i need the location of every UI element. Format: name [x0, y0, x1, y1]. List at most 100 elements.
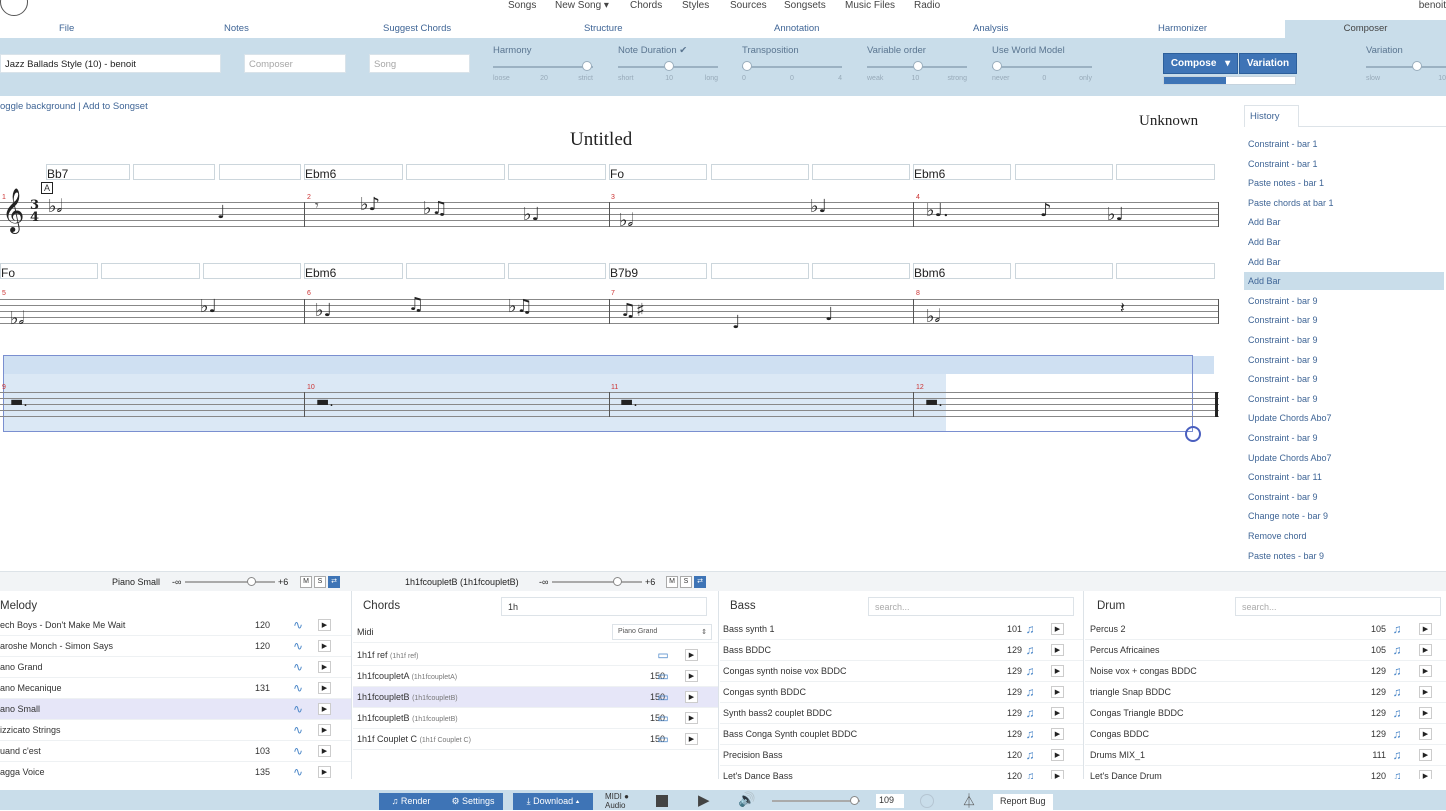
history-tab[interactable]: History: [1244, 105, 1299, 127]
nav-radio[interactable]: Radio: [914, 0, 940, 11]
history-item[interactable]: Constraint - bar 9: [1244, 311, 1444, 329]
list-item[interactable]: Drums MIX_1 111 ♫ ▶: [1085, 745, 1446, 766]
list-item[interactable]: Synth bass2 couplet BDDC 129 ♫ ▶: [720, 703, 1083, 724]
chord-slot[interactable]: [508, 263, 606, 279]
variable-order-slider[interactable]: Variable order weak 10 strong: [867, 44, 967, 84]
chords-search-input[interactable]: 1h: [501, 597, 707, 616]
play-icon[interactable]: ▶: [318, 682, 331, 694]
tab-composer[interactable]: Composer: [1285, 20, 1446, 38]
note[interactable]: ♪: [1040, 200, 1052, 221]
download-button[interactable]: ⤓ Download ▴: [513, 793, 593, 810]
music-note-icon[interactable]: ♫: [1022, 727, 1038, 742]
play-icon[interactable]: ▶: [685, 649, 698, 661]
solo-button[interactable]: S: [680, 576, 692, 588]
history-item[interactable]: Constraint - bar 9: [1244, 370, 1444, 388]
history-item[interactable]: Constraint - bar 9: [1244, 331, 1444, 349]
mute-button[interactable]: M: [300, 576, 312, 588]
note[interactable]: ♭♫: [508, 296, 533, 317]
chord-slot[interactable]: [1116, 263, 1215, 279]
history-item[interactable]: Update Chords Abo7: [1244, 409, 1444, 427]
note[interactable]: ♭♩.: [926, 200, 949, 221]
chord-slot[interactable]: [406, 263, 505, 279]
report-bug-button[interactable]: Report Bug: [993, 794, 1053, 810]
history-item[interactable]: Add Bar: [1244, 253, 1444, 271]
list-item[interactable]: Bass BDDC 129 ♫ ▶: [720, 640, 1083, 661]
sync-icon[interactable]: ⇄: [328, 576, 340, 588]
list-item[interactable]: Let's Dance Bass 120 ♫ ▶: [720, 766, 1083, 779]
sync-icon[interactable]: ⇄: [694, 576, 706, 588]
stop-icon[interactable]: [656, 795, 668, 807]
list-item[interactable]: 1h1fcoupletB (1h1fcoupletB) 150 ▭ ▶: [353, 708, 718, 729]
chord-slot[interactable]: [406, 164, 505, 180]
chord-slot[interactable]: [508, 164, 606, 180]
waveform-icon[interactable]: ∿: [290, 681, 306, 696]
resize-handle-icon[interactable]: [1185, 426, 1201, 442]
drum-search-input[interactable]: search...: [1235, 597, 1441, 616]
note[interactable]: ♭♩: [523, 204, 540, 225]
loop-icon[interactable]: [920, 794, 934, 808]
note[interactable]: ♭♪: [360, 194, 380, 215]
rest-icon[interactable]: ▬.: [620, 394, 638, 410]
master-volume-slider[interactable]: [772, 795, 860, 807]
note[interactable]: ♩: [732, 312, 741, 333]
waveform-icon[interactable]: ∿: [290, 639, 306, 654]
rest-icon[interactable]: ▬.: [10, 394, 28, 410]
tab-harmonizer[interactable]: Harmonizer: [1158, 23, 1207, 34]
solo-button[interactable]: S: [314, 576, 326, 588]
tab-annotation[interactable]: Annotation: [774, 23, 819, 34]
play-icon[interactable]: ▶: [318, 619, 331, 631]
tab-notes[interactable]: Notes: [224, 23, 249, 34]
note[interactable]: ♫♯: [620, 300, 645, 321]
composer-input[interactable]: Composer: [244, 54, 346, 73]
chord-symbol[interactable]: Bbm6: [914, 266, 945, 280]
slider-knob[interactable]: [664, 61, 674, 71]
chord-symbol[interactable]: Fo: [610, 167, 624, 181]
chord-slot[interactable]: [219, 164, 301, 180]
metronome-icon[interactable]: ⏃: [962, 791, 976, 811]
note[interactable]: ♭♩: [1107, 204, 1124, 225]
play-icon[interactable]: ▶: [1051, 749, 1064, 761]
music-note-icon[interactable]: ♫: [1022, 748, 1038, 763]
music-note-icon[interactable]: ♫: [1389, 727, 1405, 742]
play-icon[interactable]: ▶: [318, 766, 331, 778]
piano-icon[interactable]: ▭: [655, 690, 671, 705]
history-item[interactable]: Remove chord: [1244, 527, 1444, 545]
play-icon[interactable]: ▶: [318, 640, 331, 652]
history-item[interactable]: Update Chords Abo7: [1244, 449, 1444, 467]
chord-slot[interactable]: [711, 164, 809, 180]
music-note-icon[interactable]: ♫: [1022, 706, 1038, 721]
midi-option[interactable]: MIDI ●: [605, 792, 629, 801]
nav-music-files[interactable]: Music Files: [845, 0, 895, 11]
list-item[interactable]: ano Grand ∿ ▶: [0, 657, 351, 678]
nav-styles[interactable]: Styles: [682, 0, 709, 11]
music-note-icon[interactable]: ♫: [1389, 769, 1405, 779]
list-item[interactable]: ech Boys - Don't Make Me Wait 120 ∿ ▶: [0, 615, 351, 636]
list-item[interactable]: 1h1f ref (1h1f ref) ▭ ▶: [353, 645, 718, 666]
play-icon[interactable]: ▶: [1419, 770, 1432, 779]
history-item[interactable]: Constraint - bar 9: [1244, 292, 1444, 310]
play-icon[interactable]: ▶: [685, 733, 698, 745]
chords-volume-slider[interactable]: [552, 576, 642, 588]
waveform-icon[interactable]: ∿: [290, 660, 306, 675]
music-note-icon[interactable]: ♫: [1389, 706, 1405, 721]
history-item[interactable]: Change note - bar 9: [1244, 507, 1444, 525]
play-icon[interactable]: ▶: [318, 745, 331, 757]
note[interactable]: ♭𝅗𝅥: [48, 196, 62, 217]
user-name[interactable]: benoit: [1419, 0, 1446, 11]
app-logo[interactable]: [0, 0, 28, 16]
tab-suggest-chords[interactable]: Suggest Chords: [383, 23, 451, 34]
music-note-icon[interactable]: ♫: [1389, 685, 1405, 700]
play-icon[interactable]: ▶: [1051, 707, 1064, 719]
chord-slot[interactable]: [1015, 164, 1113, 180]
list-item[interactable]: Bass synth 1 101 ♫ ▶: [720, 619, 1083, 640]
melody-volume-slider[interactable]: [185, 576, 275, 588]
history-item[interactable]: Constraint - bar 9: [1244, 429, 1444, 447]
music-note-icon[interactable]: ♫: [1022, 685, 1038, 700]
play-icon[interactable]: ▶: [318, 724, 331, 736]
tab-analysis[interactable]: Analysis: [973, 23, 1008, 34]
piano-icon[interactable]: ▭: [655, 732, 671, 747]
list-item[interactable]: uand c'est 103 ∿ ▶: [0, 741, 351, 762]
history-item[interactable]: Add Bar: [1244, 213, 1444, 231]
chord-slot[interactable]: [711, 263, 809, 279]
music-note-icon[interactable]: ♫: [1022, 622, 1038, 637]
